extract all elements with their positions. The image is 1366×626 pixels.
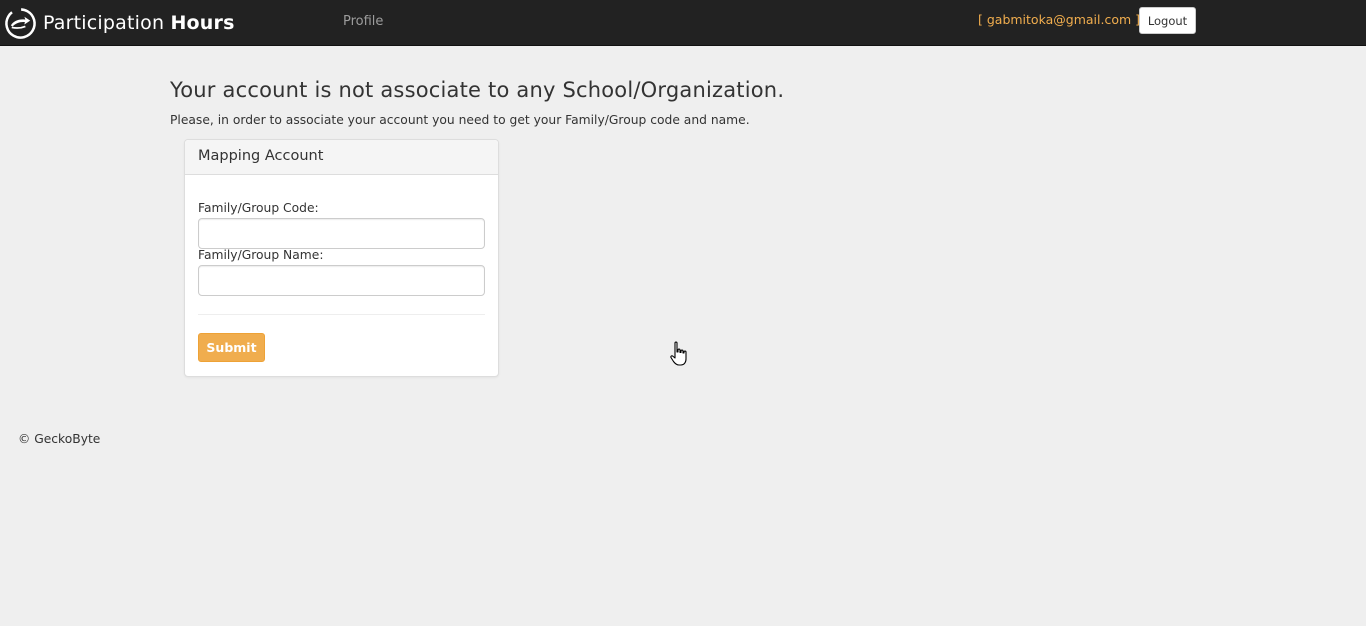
brand-title: Participation Hours — [43, 12, 235, 34]
brand-title-light: Participation — [43, 12, 171, 34]
family-group-code-input[interactable] — [198, 218, 485, 249]
form-divider — [198, 314, 485, 315]
footer-copyright: © GeckoByte — [18, 432, 101, 446]
instructions-text: Please, in order to associate your accou… — [170, 113, 750, 127]
family-group-name-label: Family/Group Name: — [198, 248, 324, 262]
panel-title: Mapping Account — [185, 140, 498, 175]
top-navbar: Participation Hours Profile [ gabmitoka@… — [0, 0, 1366, 46]
family-group-name-input[interactable] — [198, 265, 485, 296]
family-group-code-label: Family/Group Code: — [198, 201, 319, 215]
logout-button[interactable]: Logout — [1139, 7, 1196, 34]
nav-link-profile[interactable]: Profile — [343, 14, 383, 29]
brand[interactable]: Participation Hours — [4, 6, 235, 40]
brand-title-bold: Hours — [170, 12, 235, 34]
mapping-account-panel: Mapping Account Family/Group Code: Famil… — [184, 139, 499, 377]
circular-arrow-hand-logo-icon — [4, 7, 37, 40]
hand-pointer-cursor-icon — [670, 341, 687, 366]
page-title: Your account is not associate to any Sch… — [170, 78, 785, 102]
user-email: [ gabmitoka@gmail.com ] — [978, 12, 1140, 27]
submit-button[interactable]: Submit — [198, 333, 265, 362]
